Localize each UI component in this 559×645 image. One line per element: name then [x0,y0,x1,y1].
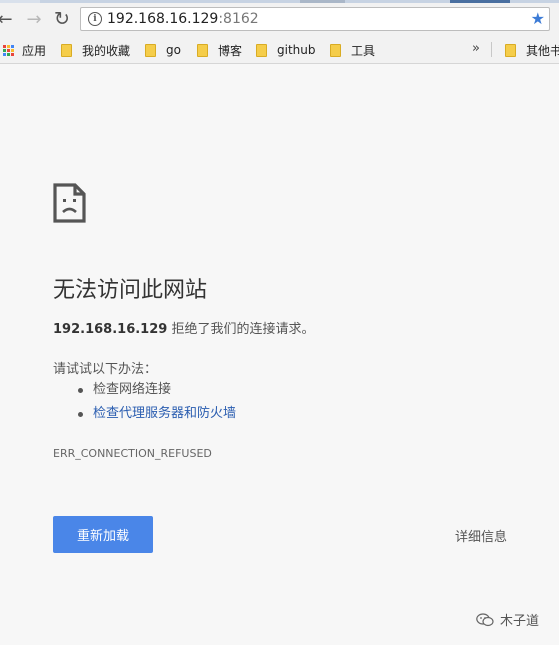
suggestion-check-network: 检查网络连接 [77,380,236,404]
folder-icon [330,43,341,57]
bookmark-folder[interactable]: 工具 [330,42,375,58]
bookmark-other[interactable]: 其他书 [505,42,559,58]
reload-icon[interactable]: ↻ [51,7,73,31]
watermark: 木子道 [476,610,539,629]
sad-page-icon [53,183,86,223]
folder-icon [145,43,156,57]
suggestions-title: 请试试以下办法： [53,362,158,377]
apps-grid-icon [3,44,14,56]
back-arrow-icon[interactable]: ← [0,7,16,31]
bookmark-apps-label: 应用 [22,43,47,58]
bookmark-label: 工具 [351,43,376,58]
bookmark-label: 博客 [218,43,243,58]
error-heading: 无法访问此网站 [53,278,208,303]
error-summary-host: 192.168.16.129 [53,322,168,337]
bookmarks-divider [491,42,492,57]
browser-toolbar: ← → ↻ i 192.168.16.129:8162 ★ [0,3,559,37]
bookmark-folder[interactable]: 我的收藏 [61,42,130,58]
error-code: ERR_CONNECTION_REFUSED [53,447,212,460]
address-bar[interactable]: i 192.168.16.129:8162 ★ [80,7,550,31]
star-icon[interactable]: ★ [531,9,545,28]
folder-icon [197,43,208,57]
folder-icon [256,43,267,57]
bookmark-label: 我的收藏 [82,43,131,58]
folder-icon [505,43,516,57]
bookmarks-overflow-chevron-icon[interactable]: » [472,41,480,56]
watermark-text: 木子道 [500,614,540,629]
reload-button[interactable]: 重新加载 [53,516,153,553]
bookmark-label: go [166,43,181,57]
forward-arrow-icon[interactable]: → [23,7,45,31]
info-icon[interactable]: i [88,12,102,26]
bookmark-folder[interactable]: go [145,42,181,58]
suggestions-list: 检查网络连接 检查代理服务器和防火墙 [77,380,236,428]
details-button[interactable]: 详细信息 [455,526,507,545]
folder-icon [61,43,72,57]
error-summary-text: 拒绝了我们的连接请求。 [167,322,315,337]
bookmark-apps[interactable]: 应用 [3,42,46,58]
bookmark-folder[interactable]: github [256,42,315,58]
url-text[interactable]: 192.168.16.129:8162 [107,11,259,27]
bookmark-label: github [277,43,316,57]
suggestion-check-proxy-firewall-link[interactable]: 检查代理服务器和防火墙 [77,404,236,428]
url-host: 192.168.16.129 [107,11,219,27]
bookmark-folder[interactable]: 博客 [197,42,242,58]
wechat-logo-icon [476,612,494,626]
bookmarks-bar: 应用 我的收藏 go 博客 github 工具 » 其他书 [0,37,559,64]
url-port: :8162 [218,11,259,27]
bookmark-other-label: 其他书 [526,43,559,58]
error-summary: 192.168.16.129 拒绝了我们的连接请求。 [53,318,314,337]
